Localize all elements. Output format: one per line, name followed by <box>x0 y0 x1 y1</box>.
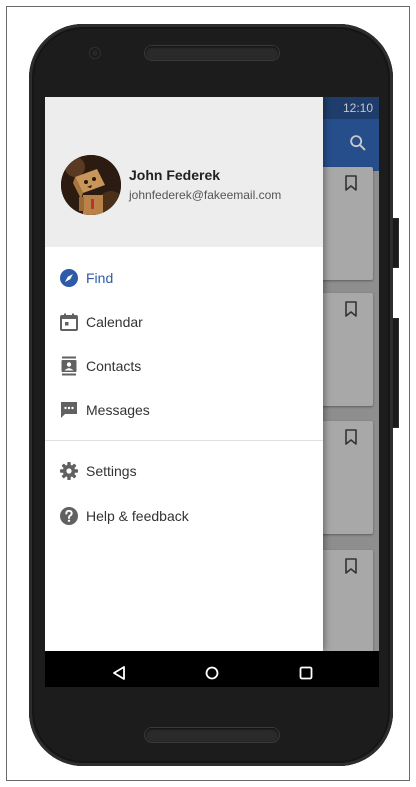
drawer-item-messages[interactable]: Messages <box>45 389 323 433</box>
list-card[interactable] <box>319 293 373 406</box>
drawer-item-help[interactable]: Help & feedback <box>45 495 323 539</box>
system-nav-bar <box>45 651 379 687</box>
compass-icon <box>59 268 79 288</box>
volume-button <box>392 318 399 428</box>
drawer-item-label: Messages <box>86 402 150 418</box>
status-time: 12:10 <box>342 101 373 115</box>
bookmark-icon[interactable] <box>344 429 358 445</box>
drawer-item-contacts[interactable]: Contacts <box>45 345 323 389</box>
front-camera <box>90 48 100 58</box>
bookmark-icon[interactable] <box>344 301 358 317</box>
navigation-drawer: John Federek johnfederek@fakeemail.com F… <box>45 97 323 651</box>
help-icon <box>59 506 79 526</box>
recents-icon[interactable] <box>296 663 316 683</box>
screen: 12:10 John Federek johnfederek@fakeemail… <box>45 97 379 687</box>
drawer-item-settings[interactable]: Settings <box>45 450 323 494</box>
bookmark-icon[interactable] <box>344 175 358 191</box>
drawer-item-label: Help & feedback <box>86 508 189 524</box>
back-icon[interactable] <box>109 663 129 683</box>
top-speaker <box>145 46 279 60</box>
drawer-item-label: Calendar <box>86 314 143 330</box>
home-icon[interactable] <box>202 663 222 683</box>
drawer-header: John Federek johnfederek@fakeemail.com <box>45 97 323 247</box>
list-card[interactable] <box>319 550 373 663</box>
phone-body: 12:10 John Federek johnfederek@fakeemail… <box>29 24 399 766</box>
user-name: John Federek <box>129 167 221 183</box>
drawer-item-label: Contacts <box>86 358 142 374</box>
list-card[interactable] <box>319 167 373 280</box>
avatar[interactable] <box>61 155 121 215</box>
gear-icon <box>59 461 79 481</box>
drawer-item-label: Settings <box>86 463 137 479</box>
bookmark-icon[interactable] <box>344 558 358 574</box>
bottom-speaker <box>145 728 279 742</box>
search-icon[interactable] <box>347 132 369 154</box>
calendar-icon <box>59 312 79 332</box>
drawer-item-label: Find <box>86 270 114 286</box>
user-email: johnfederek@fakeemail.com <box>129 188 282 202</box>
drawer-item-calendar[interactable]: Calendar <box>45 301 323 345</box>
power-button <box>392 218 399 268</box>
list-card[interactable] <box>319 421 373 534</box>
drawer-item-find[interactable]: Find <box>45 257 323 301</box>
contacts-icon <box>59 356 79 376</box>
messages-icon <box>59 400 79 420</box>
drawer-divider <box>45 440 323 441</box>
